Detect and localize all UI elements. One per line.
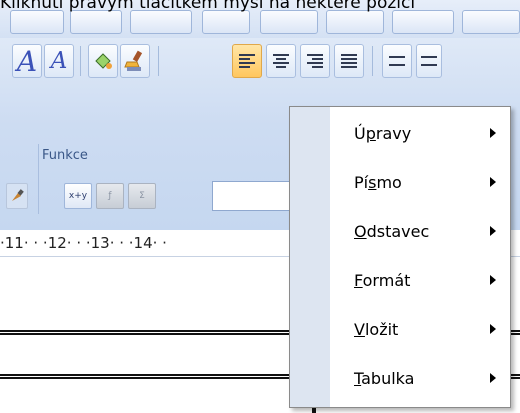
submenu-arrow-icon: [490, 226, 496, 236]
toolbar-button-top-6[interactable]: [326, 10, 384, 34]
toolbar-button-top-3[interactable]: [130, 10, 192, 34]
toolbar-button-top-2[interactable]: [70, 10, 122, 34]
caption-text: Kliknutí pravým tlačítkem myši na někter…: [0, 0, 416, 12]
function-2-icon: ƒ: [108, 191, 112, 201]
submenu-arrow-icon: [490, 128, 496, 138]
insert-field-button[interactable]: x+y: [64, 183, 92, 209]
ruler-marks: ·11· · ·12· · ·13· · ·14· ·: [0, 234, 167, 252]
paragraph-spacing-button[interactable]: [416, 44, 442, 78]
justify-button[interactable]: [334, 44, 364, 78]
paint-bucket-icon: [95, 53, 112, 69]
paragraph-spacing-icon: [421, 54, 437, 68]
font-grow-button[interactable]: A: [12, 44, 42, 78]
font-shrink-button[interactable]: A: [44, 44, 74, 78]
menu-item-pismo[interactable]: Písmo: [330, 159, 510, 206]
menu-item-tabulka[interactable]: Tabulka: [330, 355, 510, 402]
toolbar-button-top-5[interactable]: [260, 10, 318, 34]
justify-icon: [341, 52, 357, 70]
align-center-button[interactable]: [266, 44, 296, 78]
brush-tool-button[interactable]: [6, 183, 28, 209]
toolbar-separator: [158, 46, 159, 76]
toolbar-button-top-8[interactable]: [462, 10, 520, 34]
menu-icon-gutter: [290, 107, 330, 407]
font-grow-icon: A: [16, 44, 38, 78]
toolbar-button-top-1[interactable]: [10, 10, 64, 34]
toolbar-button-top-7[interactable]: [392, 10, 454, 34]
menu-item-label: Písmo: [354, 173, 402, 192]
align-right-icon: [307, 52, 323, 70]
menu-item-odstavec[interactable]: Odstavec: [330, 208, 510, 255]
menu-item-label: Formát: [354, 271, 411, 290]
highlight-button[interactable]: [88, 44, 118, 78]
function-button-3[interactable]: Σ: [128, 183, 156, 209]
insert-field-icon: x+y: [68, 191, 88, 201]
align-left-icon: [239, 52, 255, 70]
toolbar-separator: [372, 46, 373, 76]
function-button-2[interactable]: ƒ: [96, 183, 124, 209]
align-right-button[interactable]: [300, 44, 330, 78]
menu-item-label: Úpravy: [354, 124, 412, 143]
functions-group-label: Funkce: [42, 148, 88, 163]
submenu-arrow-icon: [490, 275, 496, 285]
submenu-arrow-icon: [490, 373, 496, 383]
menu-item-label: Odstavec: [354, 222, 430, 241]
menu-item-vlozit[interactable]: Vložit: [330, 306, 510, 353]
align-left-button[interactable]: [232, 44, 262, 78]
menu-item-label: Vložit: [354, 320, 399, 339]
line-spacing-button[interactable]: [382, 44, 412, 78]
menu-item-upravy[interactable]: Úpravy: [330, 110, 510, 157]
toolbar-separator: [80, 46, 81, 76]
clear-format-button[interactable]: [120, 44, 150, 78]
context-menu: Úpravy Písmo Odstavec Formát Vložit Tabulka: [289, 106, 511, 408]
eraser-brush-icon: [124, 50, 143, 71]
font-shrink-icon: A: [50, 48, 68, 74]
menu-item-label: Tabulka: [354, 369, 415, 388]
function-3-icon: Σ: [139, 191, 145, 201]
brush-icon: [12, 189, 24, 201]
align-center-icon: [273, 52, 289, 70]
toolbar-button-top-4[interactable]: [202, 10, 250, 34]
menu-item-format[interactable]: Formát: [330, 257, 510, 304]
submenu-arrow-icon: [490, 324, 496, 334]
submenu-arrow-icon: [490, 177, 496, 187]
line-spacing-icon: [389, 54, 405, 68]
